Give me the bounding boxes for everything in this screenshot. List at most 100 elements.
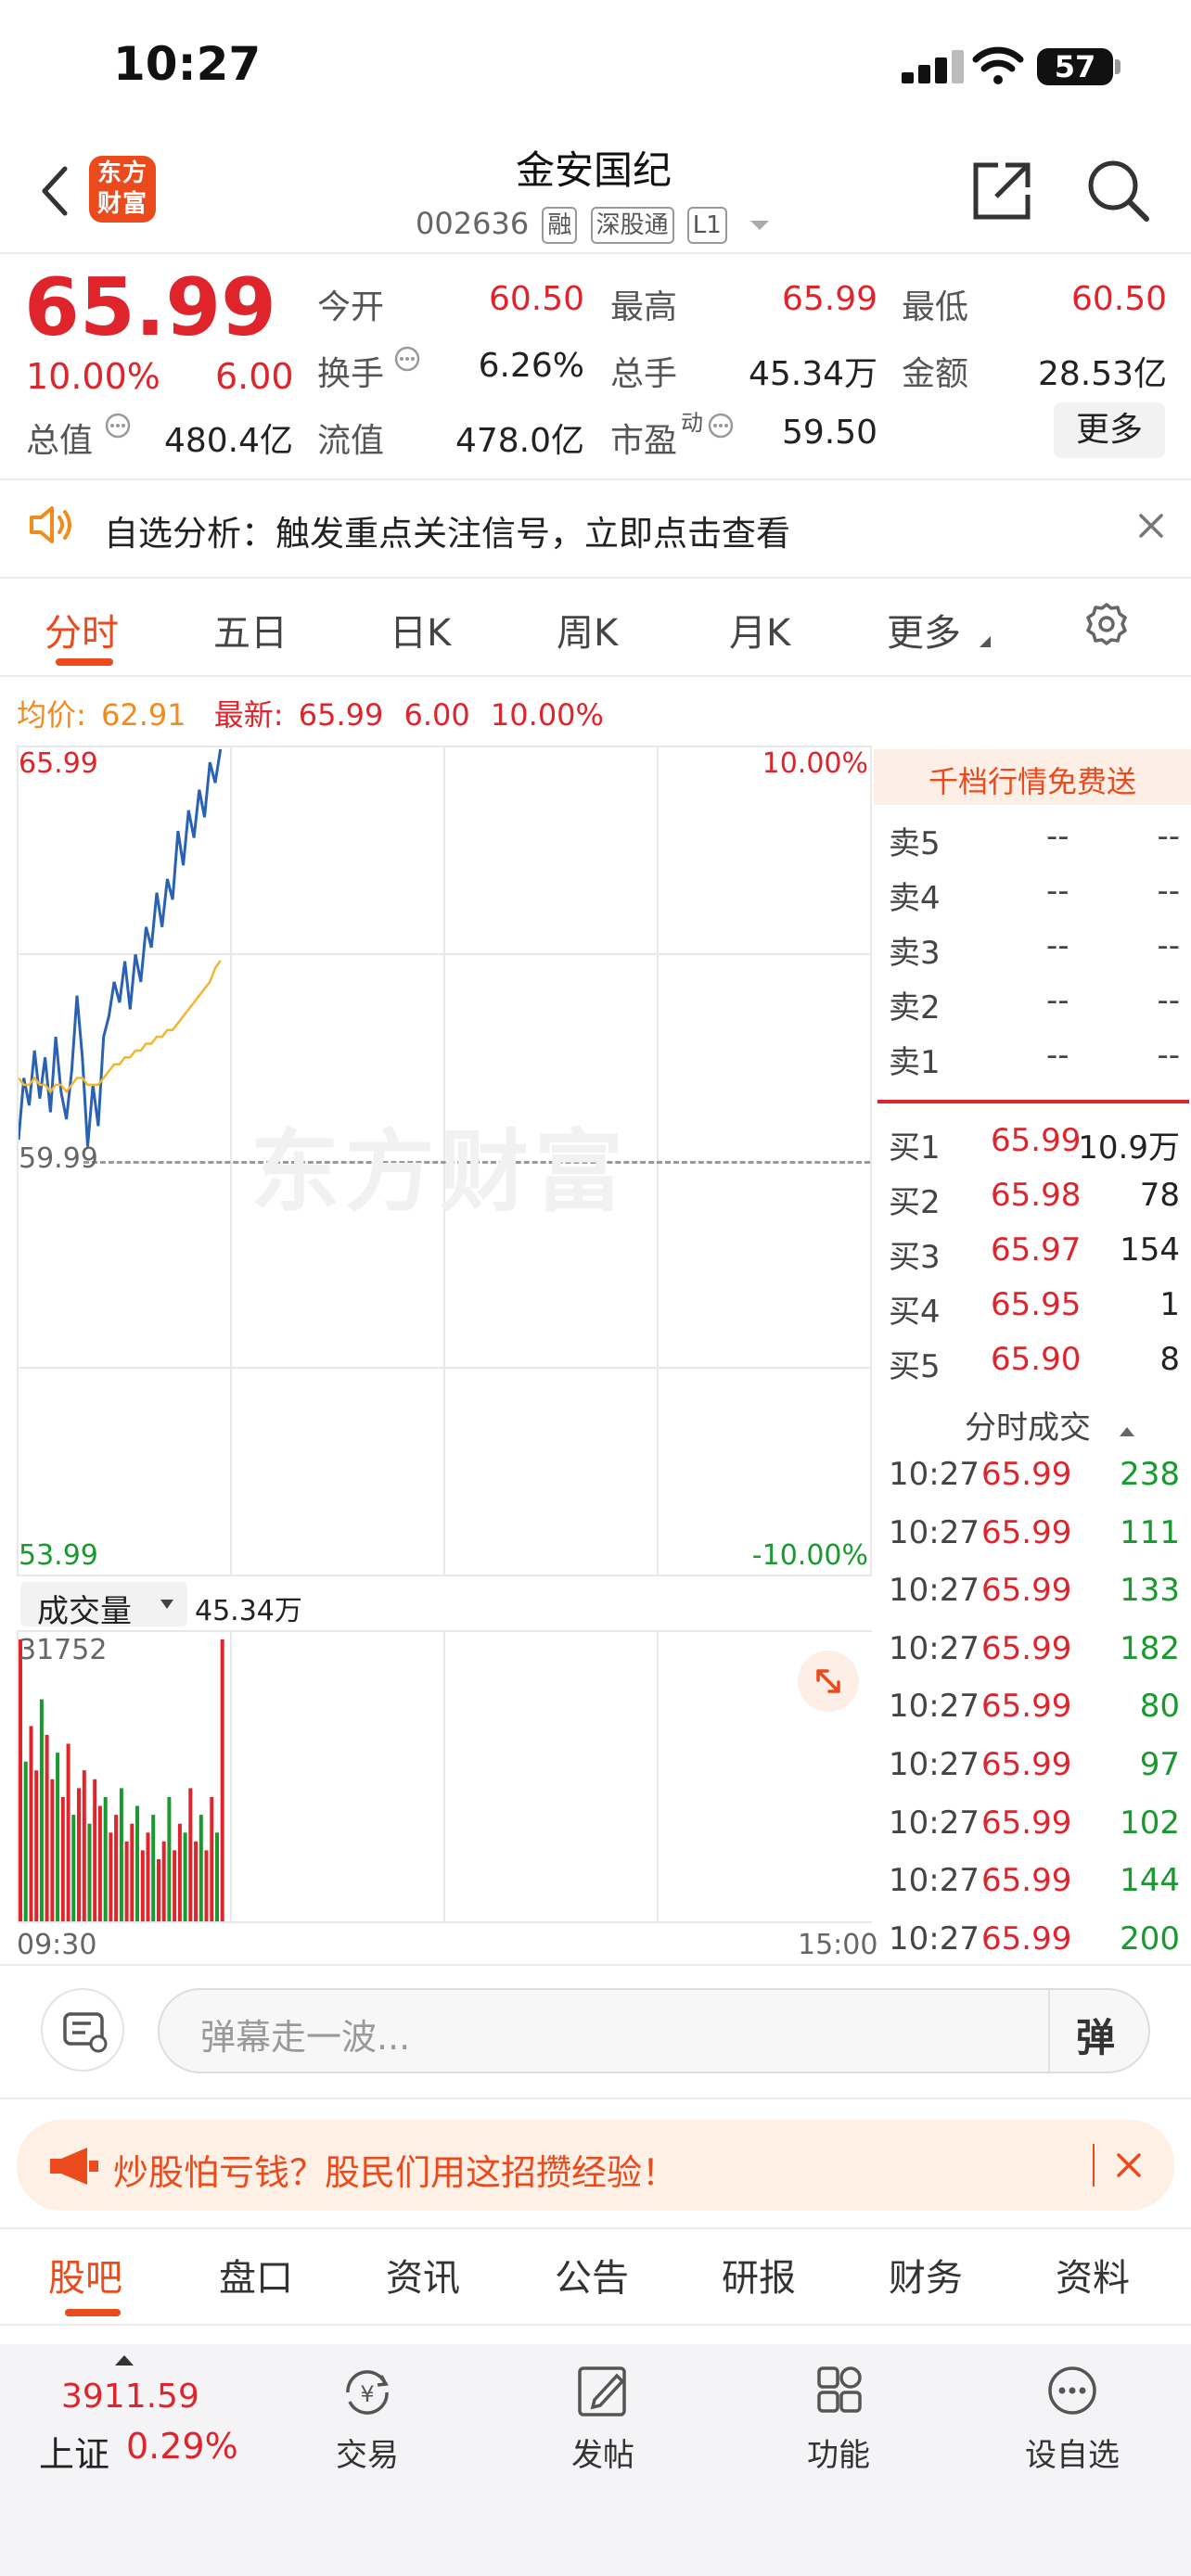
volume-bar (34, 1770, 39, 1921)
change-percent: 10.00% (26, 356, 160, 397)
ad-banner[interactable]: 炒股怕亏钱？股民们用这招攒经验！ (17, 2120, 1174, 2211)
order-book-banner[interactable]: 千档行情免费送 (874, 749, 1191, 805)
trade-volume: 182 (1120, 1629, 1180, 1667)
section-tab[interactable]: 资料 (1056, 2248, 1130, 2302)
search-icon[interactable] (1083, 156, 1154, 226)
bid-price: 65.90 (991, 1341, 1082, 1378)
index-widget[interactable]: 3911.59 上证 0.29% (28, 2352, 250, 2481)
price-chart[interactable]: 东方财富 (17, 746, 872, 1576)
bid-label: 买3 (889, 1239, 941, 1276)
volume-bar (23, 1761, 28, 1921)
volume-bar (87, 1823, 92, 1921)
trades-header[interactable]: 分时成交 (965, 1402, 1136, 1447)
trade-volume: 102 (1120, 1804, 1180, 1842)
trade-time: 10:27 (889, 1919, 980, 1958)
volume-selector[interactable]: 成交量 (20, 1582, 187, 1630)
section-tab[interactable]: 财务 (889, 2248, 963, 2302)
chart-settings-icon[interactable] (1083, 601, 1130, 647)
section-tab[interactable]: 资讯 (386, 2248, 460, 2302)
trade-row: 10:27 65.99 97 (889, 1741, 1184, 1794)
ask-label: 卖1 (889, 1044, 941, 1081)
volume-bar (50, 1779, 55, 1921)
bottom-add-watchlist-label: 设自选 (1025, 2437, 1120, 2474)
high-label: 最高 (610, 288, 678, 326)
turnover-info-icon[interactable] (393, 345, 421, 373)
tab-daily-k[interactable]: 日K (390, 603, 451, 657)
volume-bar (135, 1805, 139, 1921)
tab-weekly-k[interactable]: 周K (557, 603, 618, 657)
trade-price: 65.99 (981, 1804, 1072, 1842)
latest-pct: 10.00% (490, 697, 604, 733)
ad-text: 炒股怕亏钱？股民们用这招攒经验！ (113, 2152, 678, 2193)
more-quote-button[interactable]: 更多 (1054, 402, 1165, 458)
volume-bar (103, 1797, 108, 1921)
volume-bar (167, 1797, 172, 1921)
ask-volume: -- (1157, 982, 1180, 1019)
tab-monthly-k[interactable]: 月K (729, 603, 790, 657)
last-price: 65.99 (24, 261, 277, 354)
amount-label: 金额 (902, 355, 969, 393)
index-up-arrow-icon (115, 2355, 134, 2366)
trade-price: 65.99 (981, 1513, 1072, 1551)
volume-bar (183, 1832, 187, 1921)
tab-five-day[interactable]: 五日 (213, 603, 288, 657)
volume-bar (119, 1788, 123, 1921)
section-tab-underline (65, 2309, 121, 2316)
float-cap-value: 478.0亿 (455, 422, 584, 460)
stock-name: 金安国纪 (515, 147, 672, 193)
tab-intraday[interactable]: 分时 (45, 603, 119, 657)
volume-bar (109, 1832, 113, 1921)
share-icon[interactable] (968, 158, 1035, 224)
danmaku-send-icon[interactable]: 弹 (1076, 2007, 1115, 2063)
bid-volume: 1 (1159, 1286, 1180, 1323)
trade-row: 10:27 65.99 102 (889, 1799, 1184, 1853)
ask-row: 卖5 -- -- (889, 812, 1184, 866)
price-line (19, 748, 223, 1147)
market-cap-info-icon[interactable] (104, 412, 132, 440)
battery-cap (1115, 59, 1121, 74)
close-ad-icon[interactable] (1115, 2151, 1143, 2179)
pe-superscript: 动 (681, 410, 703, 436)
bottom-post[interactable]: 发帖 (519, 2365, 686, 2475)
volume-bar (82, 1770, 86, 1921)
app-logo: 东方财富 (89, 156, 156, 223)
volume-chart[interactable] (17, 1630, 872, 1923)
comment-input[interactable]: 弹幕走一波... 弹 (158, 1988, 1150, 2073)
section-tab[interactable]: 研报 (722, 2248, 796, 2302)
market-cap-label: 总值 (26, 422, 94, 460)
danmaku-toggle-button[interactable] (41, 1988, 124, 2072)
trade-time: 10:27 (889, 1862, 980, 1900)
bid-row: 买1 65.99 10.9万 (889, 1116, 1184, 1170)
tab-more[interactable]: 更多 (887, 603, 961, 657)
bid-volume: 154 (1120, 1231, 1180, 1269)
yuan-refresh-icon: ¥ (346, 2370, 389, 2415)
tag-level: L1 (686, 207, 727, 244)
bid-price: 65.99 (991, 1122, 1082, 1159)
trade-row: 10:27 65.99 200 (889, 1915, 1184, 1969)
section-tab[interactable]: 盘口 (219, 2248, 293, 2302)
volume-bar (130, 1823, 134, 1921)
tab-more-arrow-icon (980, 636, 991, 647)
back-icon[interactable] (37, 163, 74, 219)
avg-label: 均价: (17, 697, 86, 733)
trade-volume: 144 (1120, 1862, 1180, 1900)
trade-time: 10:27 (889, 1746, 980, 1783)
trade-price: 65.99 (981, 1746, 1072, 1783)
grid-icon (817, 2366, 862, 2413)
expand-chart-icon[interactable] (798, 1651, 859, 1712)
bottom-trade-label: 交易 (336, 2437, 399, 2474)
section-tab[interactable]: 股吧 (48, 2248, 122, 2302)
close-notice-icon[interactable] (1137, 512, 1165, 540)
trade-volume: 200 (1120, 1919, 1180, 1958)
bottom-add-watchlist[interactable]: 设自选 (989, 2365, 1156, 2475)
bid-volume: 8 (1159, 1341, 1180, 1378)
speaker-icon (30, 506, 71, 543)
section-tab[interactable]: 公告 (555, 2248, 629, 2302)
bottom-trade[interactable]: ¥ 交易 (284, 2365, 451, 2475)
pe-info-icon[interactable] (707, 412, 735, 440)
trade-price: 65.99 (981, 1688, 1072, 1726)
notice-text[interactable]: 自选分析：触发重点关注信号，立即点击查看 (104, 505, 790, 555)
bottom-function[interactable]: 功能 (755, 2365, 922, 2475)
latest-change: 6.00 (403, 697, 470, 733)
dropdown-icon[interactable] (748, 216, 772, 235)
